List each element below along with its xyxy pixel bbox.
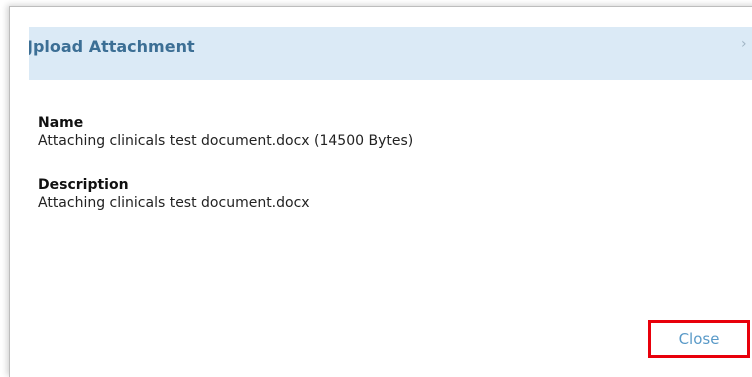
dialog-header: Jpload Attachment ›: [29, 27, 752, 80]
name-label: Name: [38, 115, 84, 131]
description-label: Description: [38, 177, 129, 193]
upload-attachment-dialog: Jpload Attachment › Name Attaching clini…: [9, 6, 752, 377]
description-value: Attaching clinicals test document.docx: [38, 195, 310, 211]
close-button[interactable]: Close: [648, 320, 750, 358]
dialog-title: Jpload Attachment: [29, 37, 195, 56]
close-icon[interactable]: ›: [741, 36, 747, 52]
name-value: Attaching clinicals test document.docx (…: [38, 133, 414, 149]
